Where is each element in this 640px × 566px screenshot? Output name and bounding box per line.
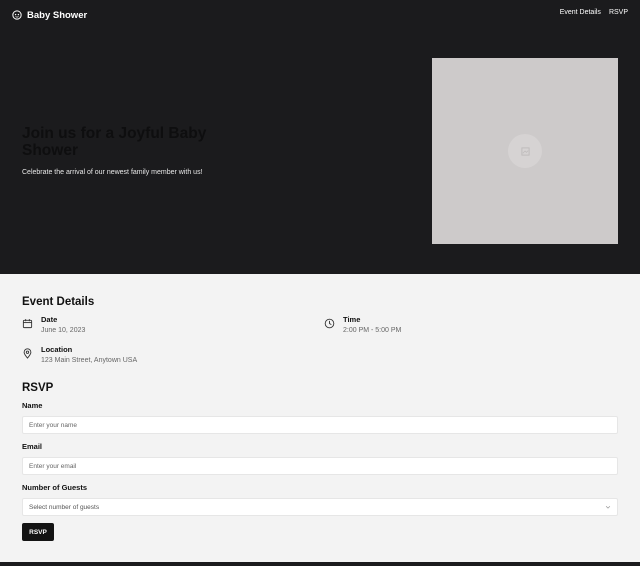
email-input[interactable] xyxy=(22,457,618,475)
nav-links: Event Details RSVP xyxy=(560,9,628,16)
name-label: Name xyxy=(22,401,43,410)
hero-subtitle: Celebrate the arrival of our newest fami… xyxy=(22,169,203,176)
chevron-down-icon xyxy=(605,505,611,509)
clock-icon xyxy=(324,318,335,329)
event-details-heading: Event Details xyxy=(22,296,95,308)
image-placeholder xyxy=(508,134,542,168)
brand[interactable]: Baby Shower xyxy=(12,8,87,22)
event-time: Time 2:00 PM - 5:00 PM xyxy=(324,315,401,336)
date-value: June 10, 2023 xyxy=(41,327,86,334)
location-label: Location xyxy=(41,345,73,354)
hero-image xyxy=(432,58,618,244)
brand-name: Baby Shower xyxy=(27,9,88,21)
baby-icon xyxy=(12,10,22,20)
event-date: Date June 10, 2023 xyxy=(22,315,85,336)
footer-bar xyxy=(0,562,640,566)
date-label: Date xyxy=(41,315,58,324)
name-input[interactable] xyxy=(22,416,618,434)
rsvp-submit-button[interactable]: RSVP xyxy=(22,523,54,541)
calendar-icon xyxy=(22,319,33,329)
time-value: 2:00 PM - 5:00 PM xyxy=(343,327,402,334)
guests-select-value: Select number of guests xyxy=(29,503,100,511)
time-label: Time xyxy=(343,315,361,324)
guests-select[interactable]: Select number of guests xyxy=(22,498,618,516)
nav-link-event-details[interactable]: Event Details xyxy=(560,9,601,16)
image-icon xyxy=(520,146,530,156)
location-value: 123 Main Street, Anytown USA xyxy=(41,357,138,364)
guests-label: Number of Guests xyxy=(22,483,88,492)
hero-title: Join us for a Joyful Baby Shower xyxy=(22,125,207,159)
nav-link-rsvp[interactable]: RSVP xyxy=(609,9,628,16)
email-label: Email xyxy=(22,442,43,451)
event-location: Location 123 Main Street, Anytown USA xyxy=(22,345,137,366)
hero-section: Baby Shower Event Details RSVP Join us f… xyxy=(0,0,640,274)
rsvp-heading: RSVP xyxy=(22,382,54,394)
map-pin-icon xyxy=(23,348,32,359)
